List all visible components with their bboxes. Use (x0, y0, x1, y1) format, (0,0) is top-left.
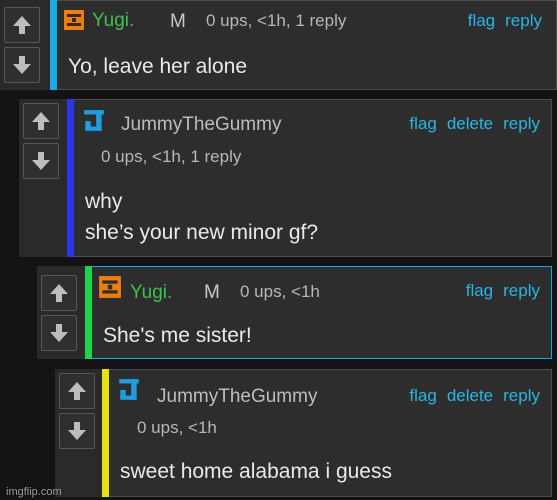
comment-text: sweet home alabama i guess (120, 460, 392, 483)
comment-meta: 0 ups, <1h, 1 reply (206, 11, 347, 30)
comment-meta: 0 ups, <1h (137, 418, 217, 437)
vote-controls (19, 99, 62, 257)
delete-link[interactable]: delete (447, 386, 493, 406)
comment-text: Yo, leave her alone (68, 55, 248, 78)
flag-link[interactable]: flag (468, 11, 495, 31)
username[interactable]: Yugi. (130, 282, 172, 304)
reply-link[interactable]: reply (503, 386, 540, 406)
comment-text: She's me sister! (103, 324, 252, 347)
flag-link[interactable]: flag (466, 281, 493, 301)
username[interactable]: JummyTheGummy (157, 386, 317, 408)
vote-controls (0, 0, 43, 90)
arrow-up-icon (68, 382, 86, 400)
reply-link[interactable]: reply (503, 281, 540, 301)
comment-actions: flag reply (468, 11, 542, 31)
arrow-up-icon (50, 283, 68, 302)
user-badge: M (204, 282, 220, 303)
upvote-button[interactable] (23, 103, 59, 139)
comment-text-line-2: she’s your new minor gf? (85, 221, 319, 244)
comment-body: JummyTheGummy flag delete reply 0 ups, <… (74, 99, 552, 257)
comment-body: Yugi. M 0 ups, <1h flag reply She's me s… (92, 266, 552, 359)
arrow-down-icon (32, 152, 50, 170)
comment-2: JummyTheGummy flag delete reply 0 ups, <… (19, 99, 552, 257)
thread-bar (85, 266, 92, 359)
thread-bar (50, 0, 57, 90)
vote-controls (55, 369, 98, 497)
upvote-button[interactable] (41, 274, 77, 311)
comment-text-line-1: why (85, 190, 123, 213)
arrow-up-icon (32, 112, 50, 130)
downvote-button[interactable] (4, 47, 40, 83)
delete-link[interactable]: delete (447, 114, 493, 134)
reply-link[interactable]: reply (505, 11, 542, 31)
jummy-avatar-icon[interactable] (117, 378, 141, 402)
arrow-up-icon (13, 16, 31, 34)
downvote-button[interactable] (59, 413, 95, 449)
jummy-avatar-icon[interactable] (82, 109, 106, 133)
username[interactable]: JummyTheGummy (121, 114, 281, 136)
comment-actions: flag reply (466, 281, 540, 301)
arrow-down-icon (50, 323, 68, 342)
username[interactable]: Yugi. (92, 10, 134, 32)
flag-link[interactable]: flag (409, 114, 436, 134)
comment-meta: 0 ups, <1h, 1 reply (101, 147, 242, 166)
comment-meta: 0 ups, <1h (240, 282, 320, 301)
flag-link[interactable]: flag (409, 386, 436, 406)
reply-link[interactable]: reply (503, 114, 540, 134)
arrow-down-icon (13, 56, 31, 74)
comment-body: JummyTheGummy flag delete reply 0 ups, <… (109, 369, 552, 497)
comment-1: Yugi. M 0 ups, <1h, 1 reply flag reply Y… (0, 0, 557, 90)
vote-controls (37, 266, 80, 359)
upvote-button[interactable] (4, 7, 40, 43)
downvote-button[interactable] (41, 314, 77, 351)
comment-4: JummyTheGummy flag delete reply 0 ups, <… (55, 369, 552, 497)
yugi-avatar-icon[interactable] (63, 9, 85, 31)
yugi-avatar-icon[interactable] (98, 275, 122, 299)
upvote-button[interactable] (59, 373, 95, 409)
thread-bar (67, 99, 74, 257)
comment-body: Yugi. M 0 ups, <1h, 1 reply flag reply Y… (57, 0, 557, 90)
watermark: imgflip.com (6, 486, 62, 498)
thread-bar (102, 369, 109, 497)
arrow-down-icon (68, 422, 86, 440)
user-badge: M (170, 11, 186, 32)
comment-actions: flag delete reply (409, 114, 540, 134)
comment-actions: flag delete reply (409, 386, 540, 406)
downvote-button[interactable] (23, 143, 59, 179)
comment-3: Yugi. M 0 ups, <1h flag reply She's me s… (37, 266, 552, 359)
